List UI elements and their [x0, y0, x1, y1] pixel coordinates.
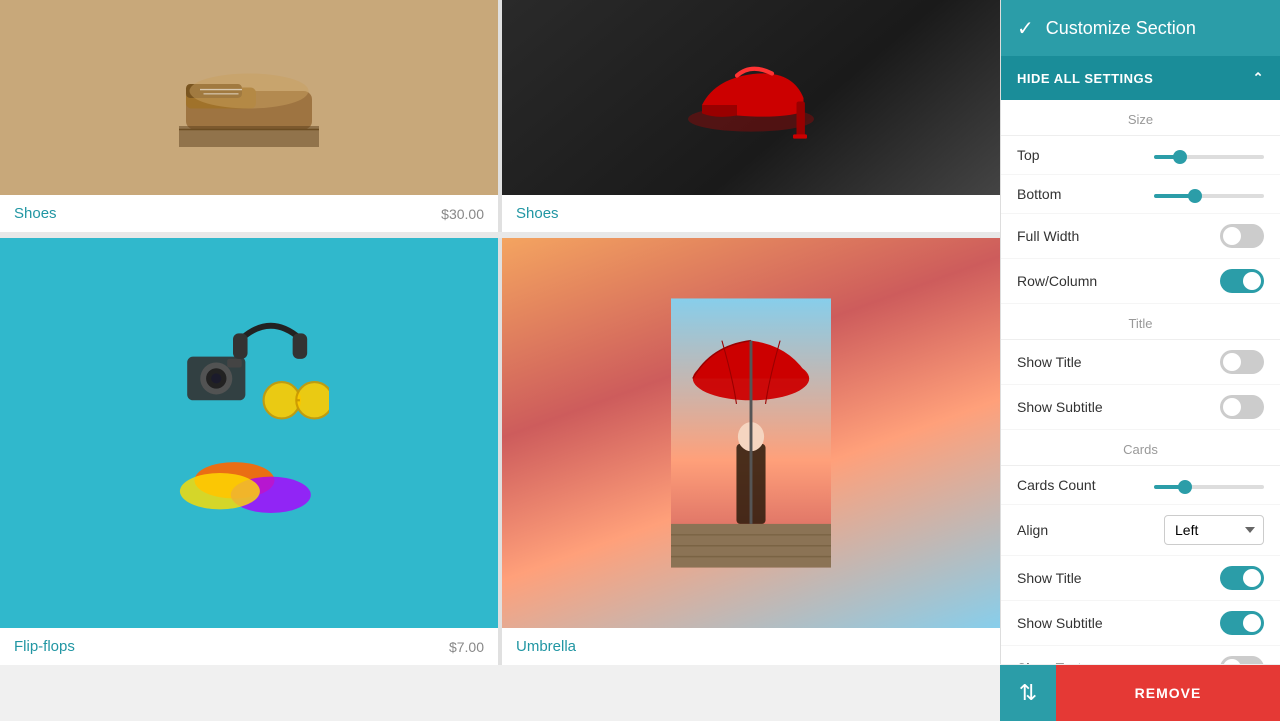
align-select[interactable]: Left Center Right — [1164, 515, 1264, 545]
show-title-toggle-slider — [1220, 350, 1264, 374]
product-card-flips: Flip-flops $7.00 — [0, 238, 498, 665]
cards-show-subtitle-label: Show Subtitle — [1017, 615, 1103, 631]
align-label: Align — [1017, 522, 1048, 538]
row-column-row: Row/Column — [1001, 259, 1280, 304]
show-title-toggle[interactable] — [1220, 350, 1264, 374]
cards-show-title-toggle-slider — [1220, 566, 1264, 590]
title-section: Title Show Title Show Subtitle — [1001, 304, 1280, 430]
show-subtitle-toggle-slider — [1220, 395, 1264, 419]
right-panel: ✓ Customize Section HIDE ALL SETTINGS ⌃ … — [1000, 0, 1280, 720]
settings-scroll[interactable]: Size Top Bottom Full Width — [1001, 100, 1280, 720]
product-card-shoes1: Shoes $30.00 — [0, 0, 498, 232]
row-column-toggle-slider — [1220, 269, 1264, 293]
align-row: Align Left Center Right — [1001, 505, 1280, 556]
check-icon: ✓ — [1017, 16, 1034, 41]
product-info-shoes1: Shoes $30.00 — [0, 195, 498, 232]
cards-show-title-row: Show Title — [1001, 556, 1280, 601]
hide-all-settings-button[interactable]: HIDE ALL SETTINGS ⌃ — [1001, 56, 1280, 100]
show-subtitle-row: Show Subtitle — [1001, 385, 1280, 430]
cards-count-label: Cards Count — [1017, 477, 1096, 493]
cards-count-slider[interactable] — [1154, 485, 1264, 489]
product-image-shoes1 — [0, 0, 498, 195]
panel-header: ✓ Customize Section — [1001, 0, 1280, 56]
cards-show-title-label: Show Title — [1017, 570, 1082, 586]
chevron-up-icon: ⌃ — [1253, 70, 1264, 86]
bottom-slider-container — [1154, 185, 1264, 203]
show-subtitle-toggle[interactable] — [1220, 395, 1264, 419]
cards-show-subtitle-row: Show Subtitle — [1001, 601, 1280, 646]
title-section-label: Title — [1001, 304, 1280, 340]
full-width-toggle[interactable] — [1220, 224, 1264, 248]
product-name-shoes1: Shoes — [14, 205, 57, 222]
product-image-umbrella — [502, 238, 1000, 628]
product-name-umbrella: Umbrella — [516, 638, 576, 655]
cards-show-title-toggle[interactable] — [1220, 566, 1264, 590]
cards-section: Cards Cards Count Align Left Center Righ… — [1001, 430, 1280, 691]
content-area: Shoes $30.00 — [0, 0, 1000, 720]
move-icon: ⇅ — [1019, 680, 1037, 706]
product-card-umbrella: Umbrella — [502, 238, 1000, 665]
show-title-label: Show Title — [1017, 354, 1082, 370]
bottom-label: Bottom — [1017, 186, 1061, 202]
product-name-flips: Flip-flops — [14, 638, 75, 655]
top-slider[interactable] — [1154, 155, 1264, 159]
move-button[interactable]: ⇅ — [1000, 665, 1056, 721]
row-column-toggle[interactable] — [1220, 269, 1264, 293]
product-info-flips: Flip-flops $7.00 — [0, 628, 498, 665]
row-column-label: Row/Column — [1017, 273, 1097, 289]
cards-show-subtitle-toggle-slider — [1220, 611, 1264, 635]
product-card-shoes2: Shoes — [502, 0, 1000, 232]
size-section: Size Top Bottom Full Width — [1001, 100, 1280, 304]
panel-title: Customize Section — [1046, 18, 1196, 39]
product-info-umbrella: Umbrella — [502, 628, 1000, 665]
cards-section-label: Cards — [1001, 430, 1280, 466]
product-price-flips: $7.00 — [449, 639, 484, 655]
full-width-label: Full Width — [1017, 228, 1079, 244]
product-row-1: Shoes $30.00 — [0, 0, 1000, 232]
product-row-2: Flip-flops $7.00 — [0, 238, 1000, 665]
product-price-shoes1: $30.00 — [441, 206, 484, 222]
bottom-bar: ⇅ REMOVE — [1000, 664, 1280, 720]
product-image-shoes2 — [502, 0, 1000, 195]
product-image-flips — [0, 238, 498, 628]
hide-all-label: HIDE ALL SETTINGS — [1017, 71, 1153, 86]
cards-count-slider-container — [1154, 476, 1264, 494]
full-width-row: Full Width — [1001, 214, 1280, 259]
top-setting-row: Top — [1001, 136, 1280, 175]
show-title-row: Show Title — [1001, 340, 1280, 385]
product-name-shoes2: Shoes — [516, 205, 559, 222]
top-label: Top — [1017, 147, 1040, 163]
cards-show-subtitle-toggle[interactable] — [1220, 611, 1264, 635]
cards-count-row: Cards Count — [1001, 466, 1280, 505]
remove-button[interactable]: REMOVE — [1056, 665, 1280, 721]
full-width-toggle-slider — [1220, 224, 1264, 248]
product-info-shoes2: Shoes — [502, 195, 1000, 232]
bottom-slider[interactable] — [1154, 194, 1264, 198]
top-slider-container — [1154, 146, 1264, 164]
bottom-setting-row: Bottom — [1001, 175, 1280, 214]
show-subtitle-label: Show Subtitle — [1017, 399, 1103, 415]
size-section-label: Size — [1001, 100, 1280, 136]
